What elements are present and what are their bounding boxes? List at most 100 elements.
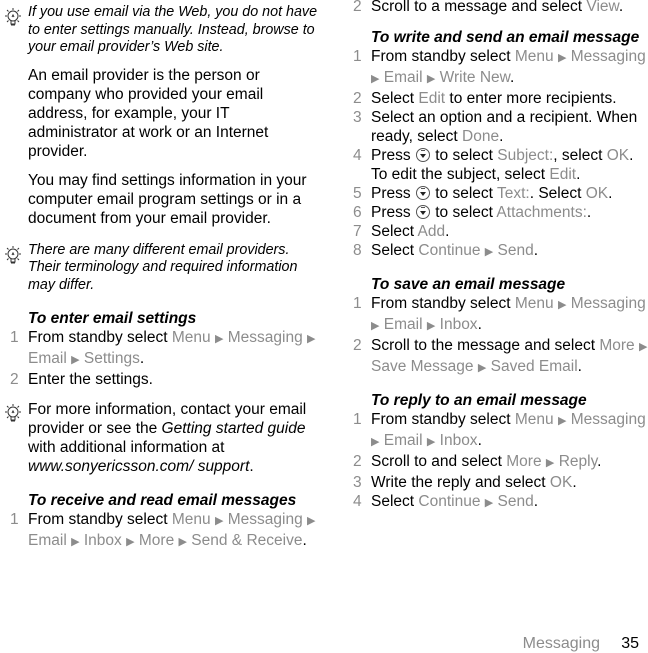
menu-path-item: Send [497, 242, 534, 259]
step-text: . Select [529, 185, 586, 202]
navigation-key-down-icon [415, 148, 430, 162]
menu-arrow-icon: ▶ [426, 73, 436, 85]
step-number: 6 [353, 204, 362, 221]
step-text: . [499, 128, 504, 145]
step-item: 1 From standby select Menu ▶ Messaging ▶ … [0, 510, 320, 552]
step-text: . [576, 166, 581, 183]
menu-arrow-icon: ▶ [426, 320, 436, 332]
enter-settings-steps: 1 From standby select Menu ▶ Messaging ▶ … [0, 328, 320, 389]
menu-path-item: Continue [418, 493, 481, 510]
step-text: Press [371, 204, 415, 221]
step-text: . [608, 185, 613, 202]
menu-path-item: Email [383, 432, 423, 449]
menu-path-item: Email [383, 69, 423, 86]
step-number: 2 [353, 0, 362, 15]
step-item: 3 Select an option and a recipient. When … [343, 108, 648, 146]
menu-arrow-icon: ▶ [426, 436, 436, 448]
menu-path-item: More [138, 532, 175, 549]
save-steps: 1 From standby select Menu ▶ Messaging ▶ … [343, 294, 648, 378]
step-item: 5 Press to select Text:. Select OK. [343, 184, 648, 203]
step-text: Scroll to and select [371, 453, 507, 470]
step-text: . [477, 316, 482, 333]
lightbulb-icon [5, 245, 21, 263]
heading-receive: To receive and read email messages [28, 492, 297, 509]
step-item: 2 Scroll to a message and select View. [343, 0, 648, 16]
navigation-key-down-icon [415, 186, 430, 200]
menu-path-item: Messaging [227, 511, 303, 528]
step-item: 2 Select Edit to enter more recipients. [343, 89, 648, 108]
step-number: 1 [10, 329, 19, 346]
menu-arrow-icon: ▶ [71, 536, 80, 548]
step-item: 2 Scroll to and select More ▶ Reply. [343, 452, 648, 473]
menu-path-item: Send & Receive [191, 532, 303, 549]
menu-option: OK [549, 474, 573, 491]
menu-arrow-icon: ▶ [307, 333, 316, 345]
step-text: , select [553, 147, 607, 164]
menu-path-item: Save Message [371, 358, 474, 375]
step-text: . [139, 350, 145, 367]
menu-option: Done [462, 128, 500, 145]
menu-arrow-icon: ▶ [638, 341, 648, 353]
menu-path-item: Inbox [439, 432, 478, 449]
receive-steps-continued: 2 Scroll to a message and select View. [343, 0, 648, 16]
menu-option: Edit [549, 166, 577, 183]
step-text: Enter the settings. [28, 371, 153, 388]
footer-section-title: Messaging [522, 635, 600, 652]
step-text: From standby select [371, 48, 515, 65]
step-text: Select [371, 223, 418, 240]
menu-path-item: Messaging [570, 295, 646, 312]
menu-arrow-icon: ▶ [557, 299, 567, 311]
menu-arrow-icon: ▶ [178, 536, 187, 548]
support-url[interactable]: www.sonyericsson.com/ support [28, 458, 249, 475]
menu-path-item: Inbox [83, 532, 122, 549]
step-text: to select [430, 147, 498, 164]
step-text: . [586, 204, 592, 221]
step-text: Select [371, 242, 419, 259]
menu-arrow-icon: ▶ [545, 457, 555, 469]
menu-path-item: Messaging [570, 411, 646, 428]
step-text: . [445, 223, 450, 240]
menu-path-item: Saved Email [490, 358, 578, 375]
menu-path-item: Messaging [570, 48, 646, 65]
menu-path-item: Menu [514, 411, 554, 428]
step-text: . [509, 69, 515, 86]
step-item: 1 From standby select Menu ▶ Messaging ▶ … [343, 294, 648, 336]
menu-option: Subject: [497, 147, 554, 164]
heading-reply: To reply to an email message [371, 392, 587, 409]
menu-path-item: Reply [558, 453, 598, 470]
step-text: Select an option and a recipient. When r… [371, 109, 638, 145]
step-number: 2 [353, 337, 362, 354]
menu-arrow-icon: ▶ [484, 246, 494, 258]
menu-option: OK [606, 147, 630, 164]
tip-text: There are many different email providers… [28, 241, 298, 293]
step-number: 1 [353, 295, 362, 312]
menu-path-item: Settings [83, 350, 140, 367]
step-item: 1 From standby select Menu ▶ Messaging ▶ … [343, 410, 648, 452]
menu-arrow-icon: ▶ [371, 320, 380, 332]
menu-option: Edit [418, 90, 446, 107]
step-text: Write the reply and select [371, 474, 550, 491]
menu-option: OK [585, 185, 609, 202]
step-number: 4 [353, 147, 362, 164]
step-text: . [533, 493, 539, 510]
step-text: Scroll to the message and select [371, 337, 600, 354]
menu-path-item: Email [383, 316, 423, 333]
step-item: 3 Write the reply and select OK. [343, 473, 648, 492]
step-text: . [477, 432, 482, 449]
menu-path-item: More [506, 453, 542, 470]
menu-path-item: Email [28, 532, 67, 549]
step-text: . [302, 532, 307, 549]
step-item: 8 Select Continue ▶ Send. [343, 241, 648, 262]
step-item: 7 Select Add. [343, 222, 648, 241]
step-number: 1 [353, 411, 362, 428]
left-column: If you use email via the Web, you do not… [0, 0, 320, 552]
step-text: to enter more recipients. [445, 90, 617, 107]
right-column: 2 Scroll to a message and select View. To… [343, 0, 648, 513]
menu-arrow-icon: ▶ [307, 515, 316, 527]
step-text: From standby select [371, 295, 515, 312]
step-number: 3 [353, 474, 362, 491]
menu-arrow-icon: ▶ [71, 354, 80, 366]
step-item: 4 Select Continue ▶ Send. [343, 492, 648, 513]
step-text: From standby select [371, 411, 515, 428]
step-item: 2 Scroll to the message and select More ▶… [343, 336, 648, 378]
